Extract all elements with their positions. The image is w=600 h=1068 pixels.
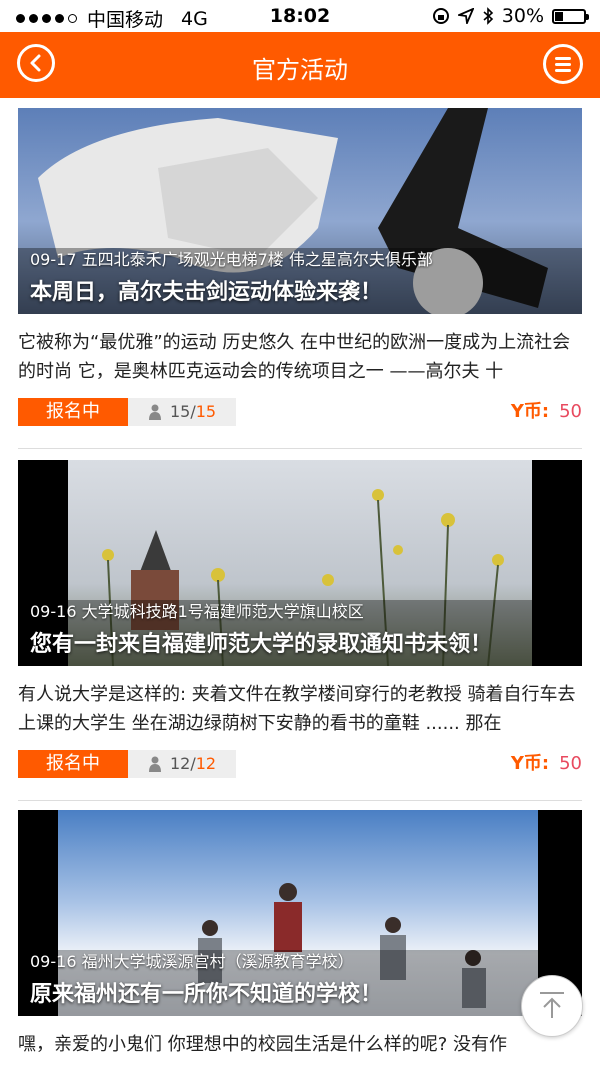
status-badge: 报名中 <box>18 398 128 426</box>
menu-button[interactable] <box>543 44 583 84</box>
divider <box>18 800 582 801</box>
battery-icon <box>552 8 589 24</box>
activity-meta: 09-17 五四北泰禾广场观光电梯7楼 伟之星高尔夫俱乐部 <box>30 250 433 269</box>
page-title: 官方活动 <box>252 56 348 84</box>
activity-meta: 09-16 大学城科技路1号福建师范大学旗山校区 <box>30 602 364 621</box>
status-badge: 报名中 <box>18 750 128 778</box>
person-icon <box>149 756 161 772</box>
location-icon <box>457 8 474 24</box>
arrow-up-icon <box>540 992 564 1018</box>
person-icon <box>149 404 161 420</box>
activity-headline: 您有一封来自福建师范大学的录取通知书未领！ <box>30 632 493 657</box>
activity-headline: 原来福州还有一所你不知道的学校！ <box>30 982 383 1007</box>
activity-description: 嘿，亲爱的小鬼们 你理想中的校园生活是什么样的呢? 没有作 <box>18 1034 507 1055</box>
participant-max: 15 <box>195 402 217 421</box>
activity-photo[interactable]: 09-16 大学城科技路1号福建师范大学旗山校区 您有一封来自福建师范大学的录取… <box>18 460 582 666</box>
battery-percent: 30% <box>501 5 544 27</box>
coin-value: 50 <box>559 401 582 422</box>
participant-count: 12/12 <box>128 750 236 778</box>
coin-value: 50 <box>559 753 582 774</box>
navigation-bar: 官方活动 <box>0 32 600 98</box>
coin-label: Y币: <box>510 753 550 774</box>
activity-headline: 本周日，高尔夫击剑运动体验来袭！ <box>30 280 383 305</box>
participant-current: 12 <box>170 754 191 773</box>
participant-current: 15 <box>170 402 191 421</box>
status-bar: 中国移动 4G 18:02 30% <box>0 0 600 32</box>
back-to-top-button[interactable] <box>521 975 583 1037</box>
activity-description: 有人说大学是这样的: 夹着文件在教学楼间穿行的老教授 骑着自行车去上课的大学生 … <box>18 684 576 734</box>
activity-photo[interactable]: 09-17 五四北泰禾广场观光电梯7楼 伟之星高尔夫俱乐部 本周日，高尔夫击剑运… <box>18 108 582 314</box>
divider <box>18 448 582 449</box>
activity-photo[interactable]: 09-16 福州大学城溪源宫村（溪源教育学校） 原来福州还有一所你不知道的学校！ <box>18 810 582 1016</box>
coin-cost: Y币: 50 <box>511 750 582 778</box>
rotation-lock-icon <box>432 8 449 24</box>
activity-meta: 09-16 福州大学城溪源宫村（溪源教育学校） <box>30 952 354 971</box>
activity-description: 它被称为“最优雅”的运动 历史悠久 在中世纪的欧洲一度成为上流社会的时尚 它，是… <box>18 332 571 382</box>
participant-count: 15/15 <box>128 398 236 426</box>
participant-max: 12 <box>195 754 217 773</box>
coin-cost: Y币: 50 <box>511 398 582 426</box>
bluetooth-icon <box>483 7 493 25</box>
coin-label: Y币: <box>510 401 550 422</box>
